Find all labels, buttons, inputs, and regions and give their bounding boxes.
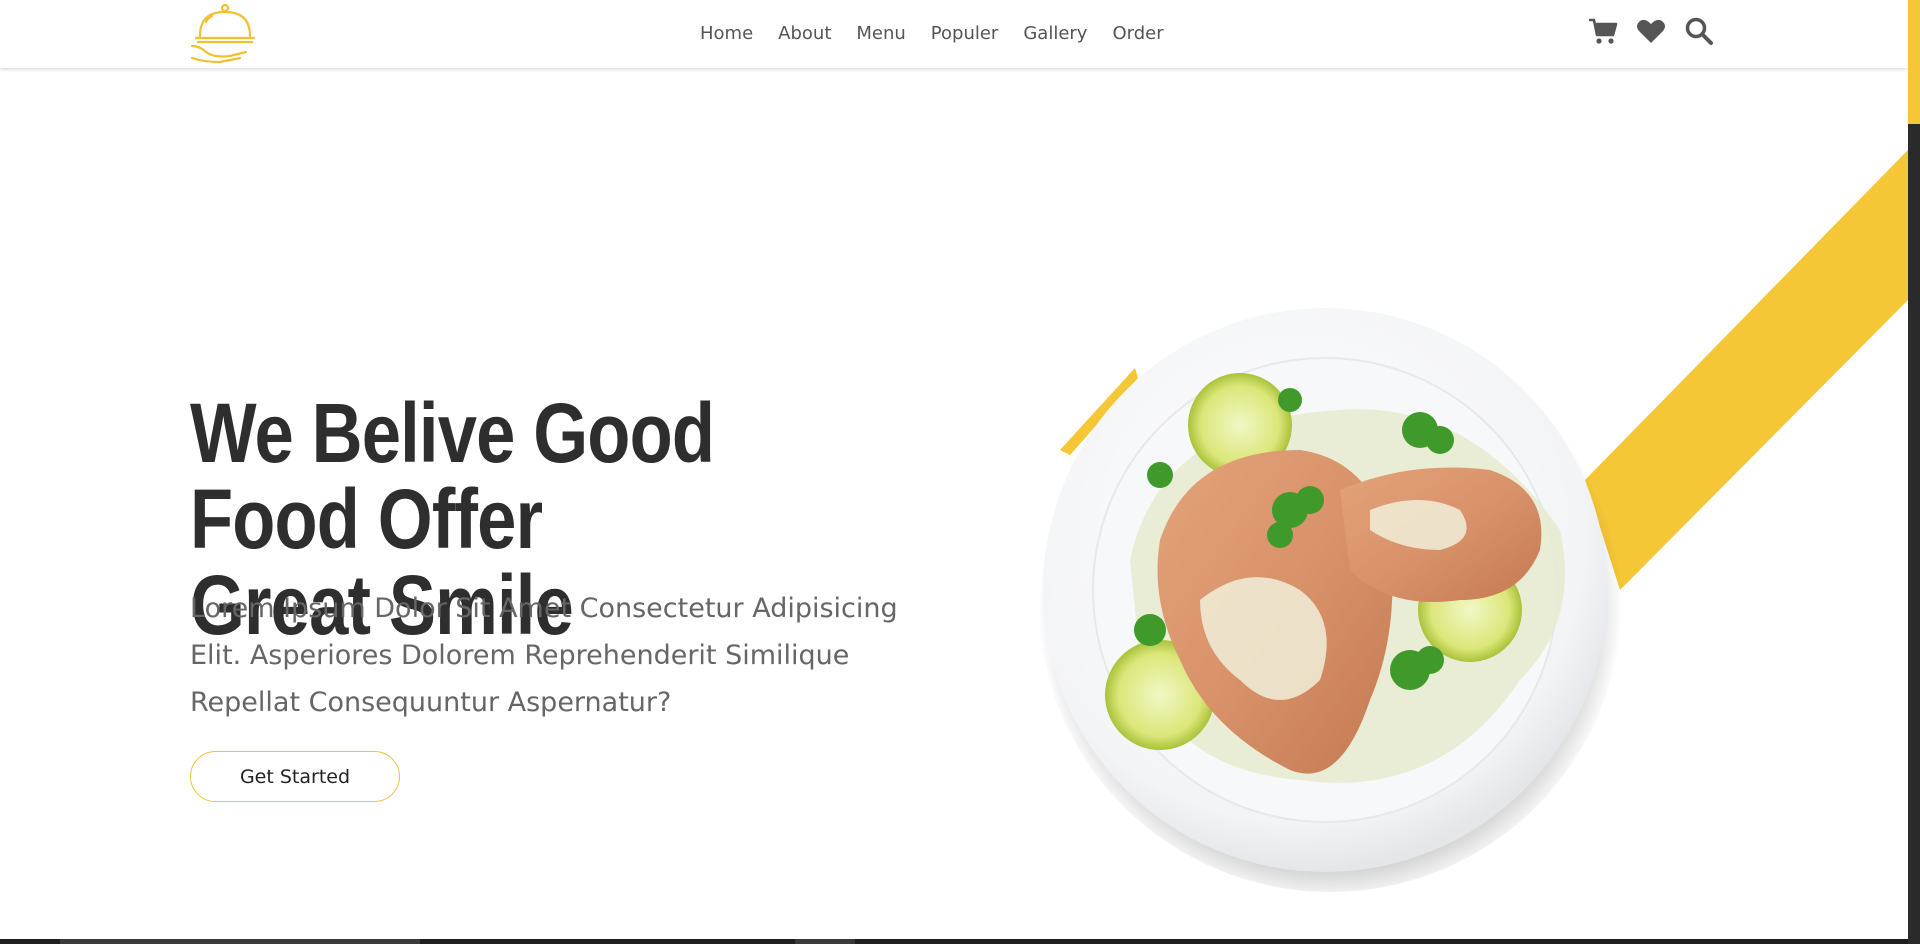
hero-title-line1: We Belive Good Food Offer <box>190 386 715 566</box>
hero-food-image <box>1040 308 1622 892</box>
heart-icon[interactable] <box>1636 16 1666 46</box>
main-nav: Home About Menu Populer Gallery Order <box>700 0 1164 66</box>
page: Home About Menu Populer Gallery Order We… <box>0 0 1908 944</box>
page-scrollbar[interactable] <box>1908 0 1920 944</box>
nav-home[interactable]: Home <box>700 23 753 44</box>
search-icon[interactable] <box>1684 16 1714 46</box>
shopping-cart-icon[interactable] <box>1588 16 1618 46</box>
nav-menu[interactable]: Menu <box>856 23 905 44</box>
bottom-strip <box>0 939 1908 944</box>
nav-about[interactable]: About <box>778 23 831 44</box>
site-header: Home About Menu Populer Gallery Order <box>0 0 1908 68</box>
nav-gallery[interactable]: Gallery <box>1023 23 1087 44</box>
scrollbar-thumb[interactable] <box>1908 0 1920 124</box>
nav-order[interactable]: Order <box>1112 23 1163 44</box>
get-started-button[interactable]: Get Started <box>190 751 400 802</box>
nav-populer[interactable]: Populer <box>931 23 999 44</box>
serving-cloche-icon[interactable] <box>190 2 260 64</box>
hero-description: Lorem Ipsum Dolor Sit Amet Consectetur A… <box>190 593 898 718</box>
header-actions <box>1588 16 1714 46</box>
